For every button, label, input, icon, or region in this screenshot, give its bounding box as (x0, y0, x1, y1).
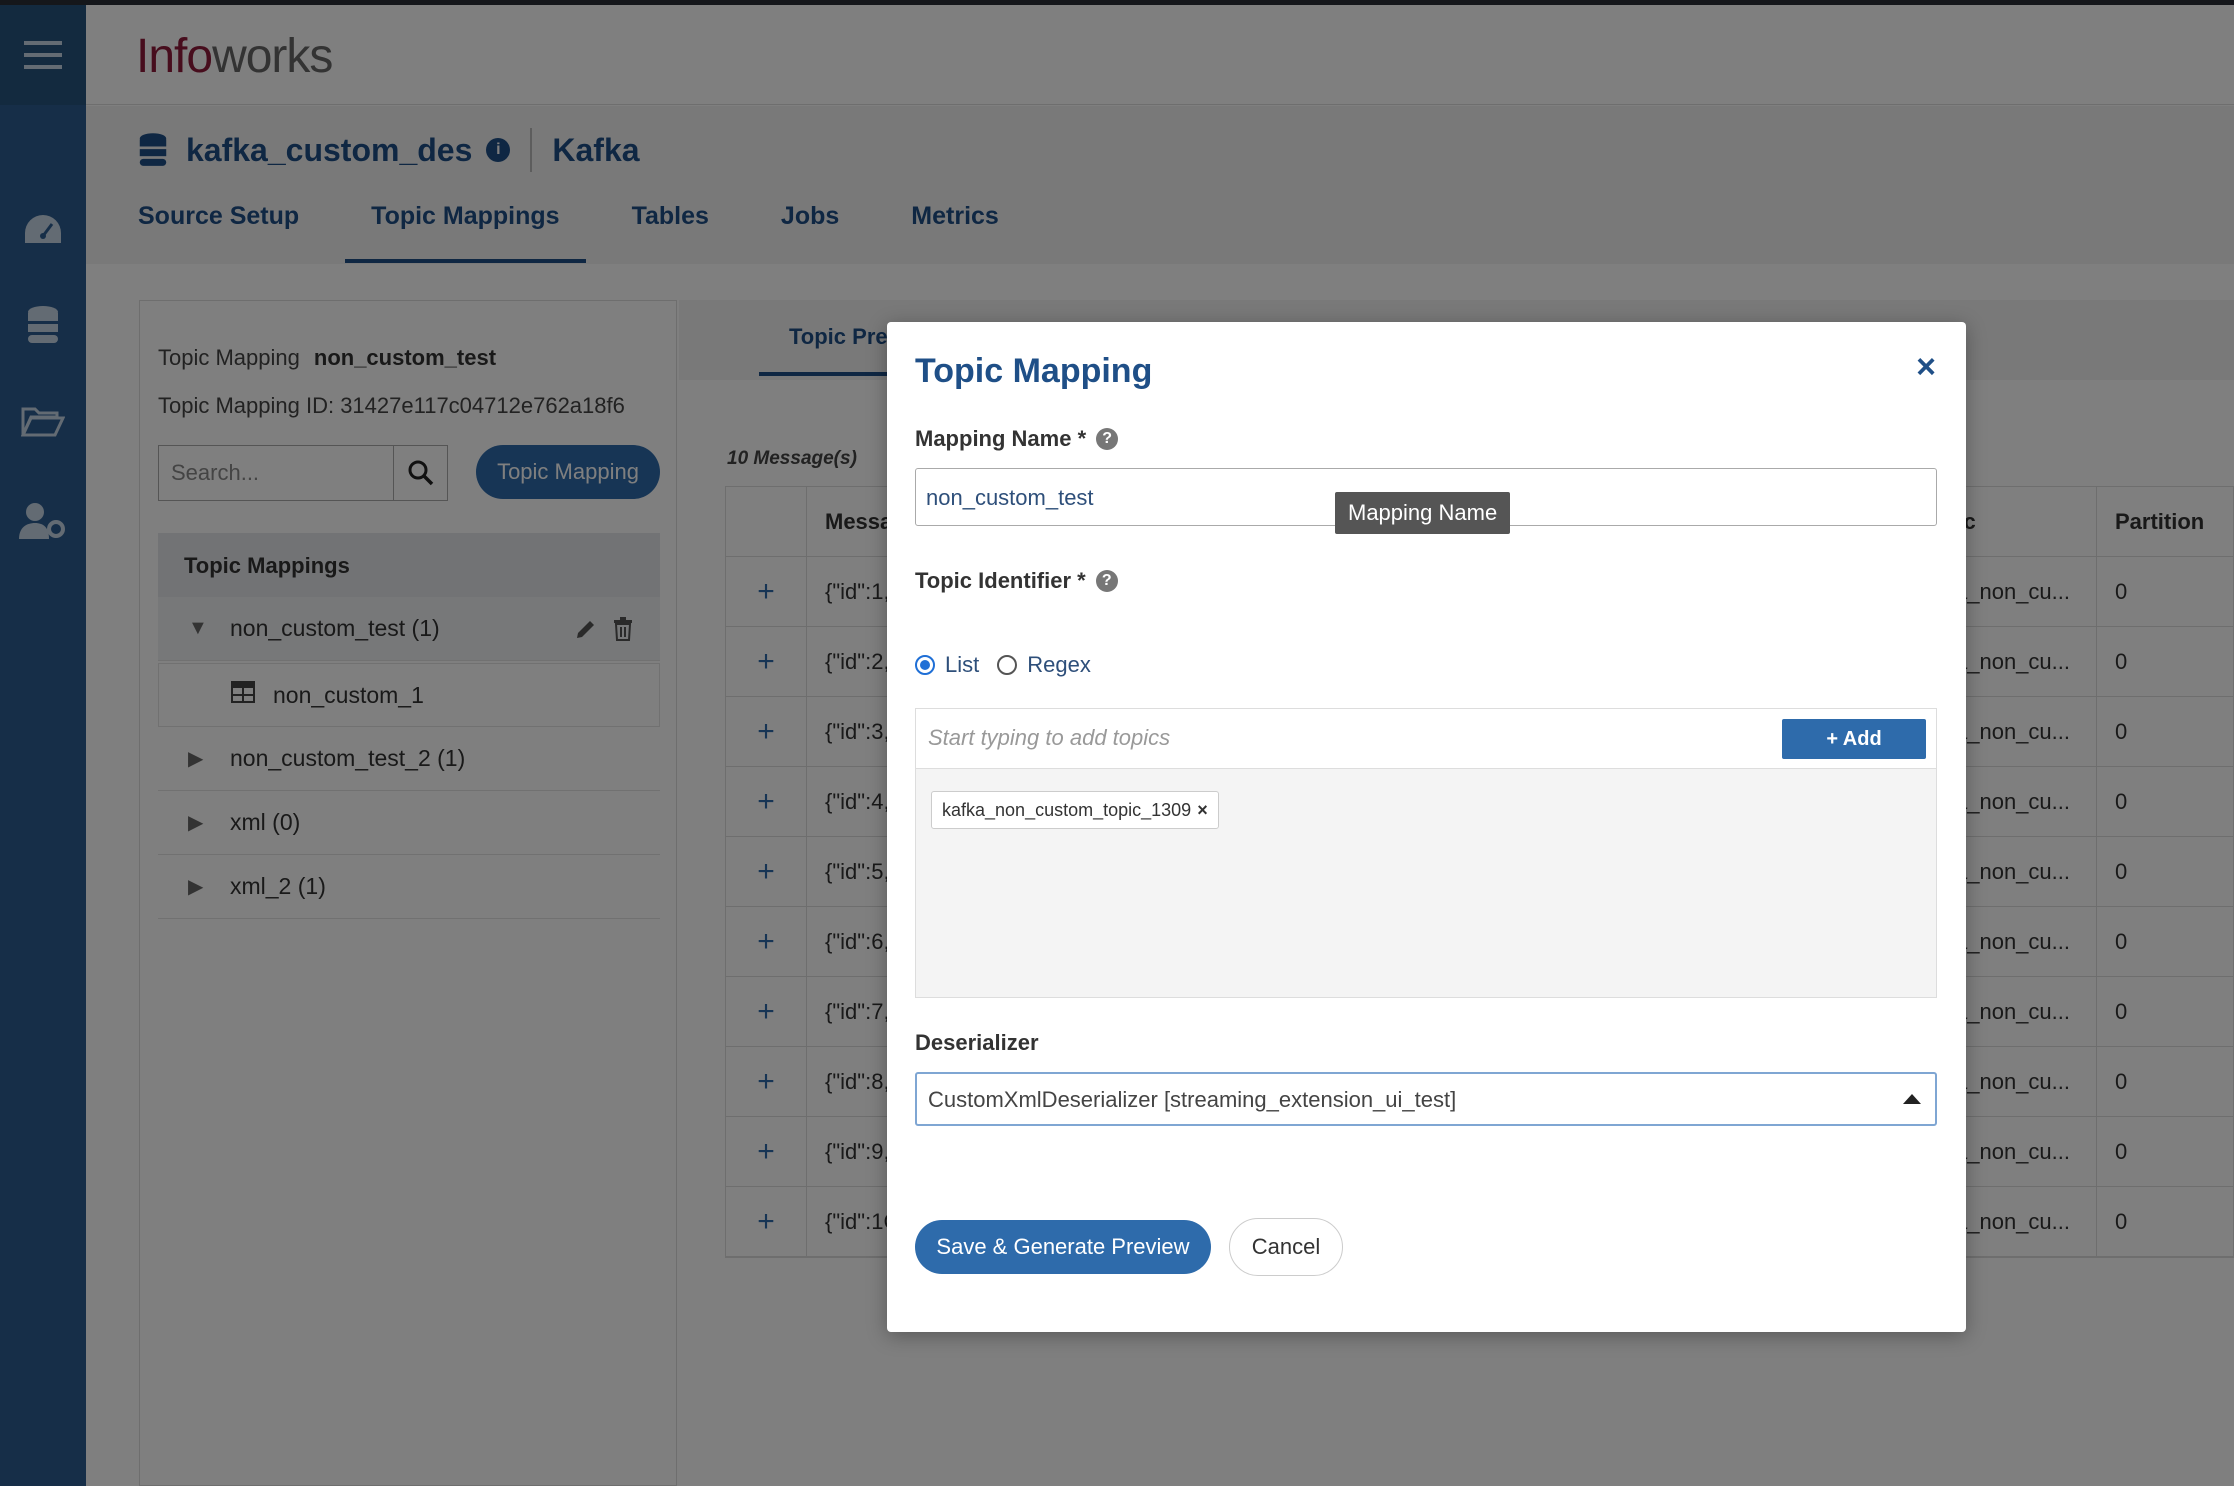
chevron-up-icon (1903, 1094, 1921, 1104)
topic-mapping-dialog: Topic Mapping × Mapping Name *? non_cust… (887, 322, 1966, 1332)
radio-regex[interactable] (997, 655, 1018, 675)
dialog-title: Topic Mapping (915, 352, 1153, 390)
close-icon[interactable]: × (1916, 348, 1936, 387)
help-icon[interactable]: ? (1096, 428, 1119, 450)
add-topic-button[interactable]: + Add (1782, 719, 1926, 759)
mapping-name-label: Mapping Name *? (915, 426, 1119, 452)
cancel-button[interactable]: Cancel (1229, 1218, 1343, 1276)
tooltip: Mapping Name (1335, 492, 1511, 534)
topics-input-bar: Start typing to add topics + Add (916, 709, 1936, 769)
topic-identifier-label: Topic Identifier *? (915, 568, 1118, 594)
radio-regex-label[interactable]: Regex (1027, 652, 1091, 678)
topics-input[interactable]: Start typing to add topics (928, 725, 1170, 751)
deserializer-label: Deserializer (915, 1030, 1039, 1055)
deserializer-select[interactable]: CustomXmlDeserializer [streaming_extensi… (915, 1072, 1937, 1126)
save-generate-preview-button[interactable]: Save & Generate Preview (915, 1220, 1211, 1274)
help-icon[interactable]: ? (1095, 570, 1118, 592)
radio-list[interactable] (915, 655, 935, 675)
remove-chip-icon[interactable]: × (1197, 800, 1208, 821)
radio-list-label[interactable]: List (945, 652, 979, 678)
topics-box: Start typing to add topics + Add kafka_n… (915, 708, 1937, 998)
topic-chip: kafka_non_custom_topic_1309 × (931, 791, 1219, 829)
topic-identifier-radios: List Regex (915, 652, 1091, 678)
